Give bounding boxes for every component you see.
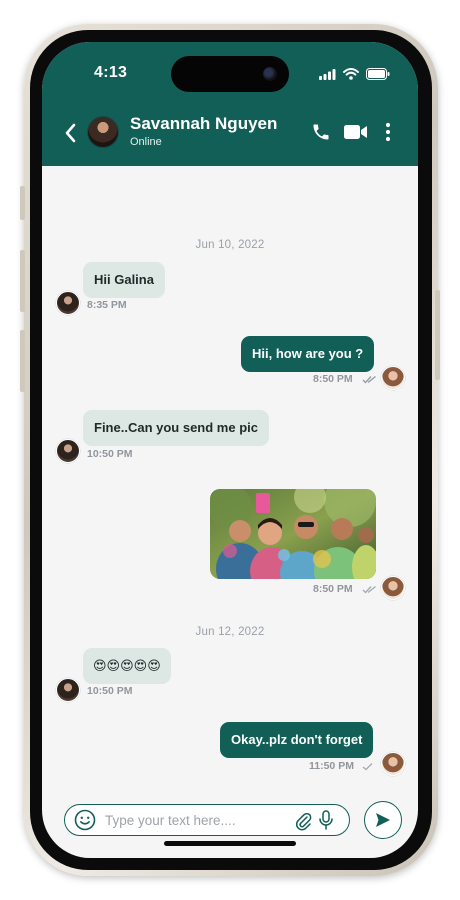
mic-icon[interactable] xyxy=(318,810,334,830)
message-time: 8:50 PM xyxy=(313,373,353,385)
message-bubble-outgoing[interactable]: Okay..plz don't forget xyxy=(220,722,374,758)
contact-avatar-small xyxy=(56,439,80,463)
read-receipt-icon xyxy=(362,375,376,384)
message-bubble-incoming[interactable]: Fine..Can you send me pic xyxy=(83,410,269,446)
my-avatar xyxy=(381,576,405,600)
back-icon[interactable] xyxy=(62,122,80,144)
contact-name[interactable]: Savannah Nguyen xyxy=(130,114,277,134)
chat-header: 4:13 Savannah Nguyen Online xyxy=(42,42,418,166)
contact-avatar[interactable] xyxy=(87,116,119,148)
silent-switch xyxy=(20,186,25,220)
send-button[interactable] xyxy=(364,801,402,839)
my-avatar xyxy=(381,752,405,776)
delivered-receipt-icon xyxy=(362,585,376,594)
contact-avatar-small xyxy=(56,291,80,315)
message-time: 8:50 PM xyxy=(313,583,353,595)
attach-icon[interactable] xyxy=(294,811,312,831)
message-bubble-incoming[interactable]: Hii Galina xyxy=(83,262,165,298)
video-icon[interactable] xyxy=(344,124,368,140)
emoji-message-text: 😍😍😍😍😍 xyxy=(93,659,161,674)
date-separator: Jun 12, 2022 xyxy=(195,626,265,638)
volume-up-button xyxy=(20,250,25,312)
send-icon xyxy=(376,813,390,827)
wifi-icon xyxy=(343,68,359,80)
group-photo-image xyxy=(210,489,376,579)
contact-avatar-small xyxy=(56,678,80,702)
battery-icon xyxy=(366,68,390,80)
message-time: 11:50 PM xyxy=(309,760,354,772)
power-button xyxy=(435,290,440,380)
more-icon[interactable] xyxy=(385,122,391,142)
message-bubble-outgoing[interactable]: Hii, how are you ? xyxy=(241,336,375,372)
dynamic-island xyxy=(171,56,289,92)
contact-status: Online xyxy=(130,136,162,148)
home-indicator xyxy=(164,841,296,846)
status-icons xyxy=(319,68,390,80)
photo-message[interactable] xyxy=(210,489,376,579)
front-camera xyxy=(263,67,277,81)
message-time: 10:50 PM xyxy=(87,448,133,460)
date-separator: Jun 10, 2022 xyxy=(195,239,265,251)
message-time: 8:35 PM xyxy=(87,299,127,311)
volume-down-button xyxy=(20,330,25,392)
chat-screen: 4:13 Savannah Nguyen Online Jun 10, 2022… xyxy=(42,42,418,858)
signal-icon xyxy=(319,68,336,80)
message-time: 10:50 PM xyxy=(87,685,133,697)
emoji-icon[interactable] xyxy=(74,809,96,831)
message-composer xyxy=(64,804,350,836)
status-time: 4:13 xyxy=(94,64,128,81)
sent-receipt-icon xyxy=(362,763,373,771)
my-avatar xyxy=(381,366,405,390)
phone-icon[interactable] xyxy=(311,122,331,142)
emoji-message-bubble[interactable]: 😍😍😍😍😍 xyxy=(83,648,171,684)
message-input[interactable] xyxy=(105,809,285,831)
